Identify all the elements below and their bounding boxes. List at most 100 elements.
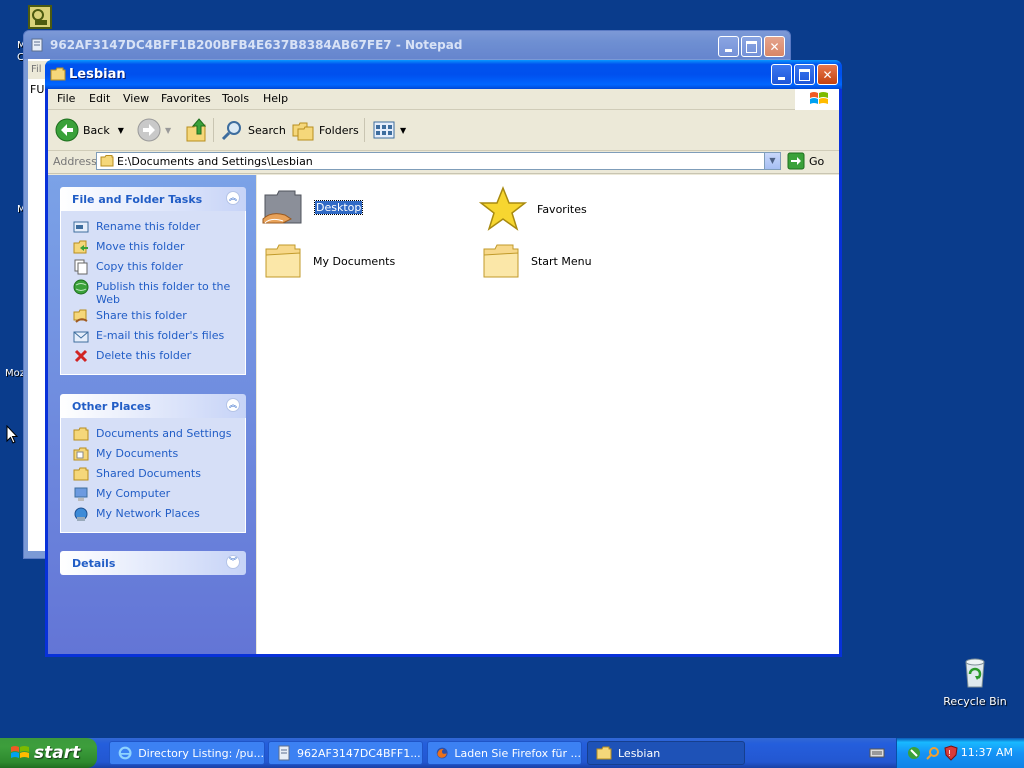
other-places-header[interactable]: Other Places ︽: [60, 394, 246, 418]
menu-edit[interactable]: Edit: [89, 92, 110, 105]
collapse-icon[interactable]: ︽: [226, 398, 240, 412]
folders-icon: [292, 122, 314, 141]
other-place-link[interactable]: Shared Documents: [61, 464, 245, 484]
explorer-close-button[interactable]: ✕: [817, 64, 838, 85]
publish-folder-link[interactable]: Publish this folder to the Web: [61, 277, 245, 306]
search-icon: [221, 121, 241, 141]
notepad-maximize-button[interactable]: [741, 36, 762, 57]
maximize-icon: [746, 40, 757, 53]
taskbar-firefox-label: Laden Sie Firefox für ...: [454, 746, 581, 760]
my-documents-icon: [73, 447, 89, 461]
menu-file[interactable]: File: [57, 92, 75, 105]
folder-item-start-menu[interactable]: Start Menu: [481, 241, 592, 281]
other-place-link[interactable]: My Documents: [61, 444, 245, 464]
folder-item-favorites[interactable]: Favorites: [479, 185, 587, 233]
folder-content-view[interactable]: Desktop Favorites My Documents Start Men…: [257, 175, 839, 654]
menu-help[interactable]: Help: [263, 92, 288, 105]
address-field[interactable]: E:\Documents and Settings\Lesbian ▼: [96, 152, 781, 170]
close-icon: ✕: [822, 67, 833, 82]
folders-label: Folders: [319, 123, 359, 137]
desktop-icon-program[interactable]: [26, 4, 54, 33]
other-place-link[interactable]: My Computer: [61, 484, 245, 504]
start-button[interactable]: start: [0, 738, 97, 768]
details-panel: Details ︾: [60, 551, 246, 575]
other-places-title: Other Places: [72, 400, 151, 413]
go-arrow-icon: [787, 152, 805, 170]
move-icon: [73, 240, 88, 254]
star-icon: [479, 185, 527, 231]
security-shield-icon[interactable]: !: [943, 745, 959, 761]
my-documents-label: My Documents: [96, 447, 179, 460]
explorer-title: Lesbian: [69, 67, 126, 82]
share-folder-link[interactable]: Share this folder: [61, 306, 245, 326]
share-folder-label: Share this folder: [96, 309, 187, 322]
folder-icon: [73, 427, 89, 441]
move-folder-link[interactable]: Move this folder: [61, 237, 245, 257]
other-place-link[interactable]: My Network Places: [61, 504, 245, 524]
notepad-icon: [278, 745, 290, 761]
notepad-text: FU: [30, 83, 45, 96]
standard-toolbar: Back ▼ ▼ Search Folders ▼: [48, 110, 839, 151]
copy-folder-link[interactable]: Copy this folder: [61, 257, 245, 277]
mouse-cursor-icon: [6, 425, 18, 444]
views-icon: [373, 121, 395, 139]
address-dropdown-button[interactable]: ▼: [764, 153, 780, 169]
explorer-window[interactable]: Lesbian ✕ File Edit View Favorites Tools…: [45, 60, 842, 657]
folder-item-my-documents[interactable]: My Documents: [263, 241, 395, 281]
other-place-link[interactable]: Documents and Settings: [61, 424, 245, 444]
notepad-title-bar[interactable]: 962AF3147DC4BFF1B200BFB4E637B8384AB67FE7…: [24, 31, 790, 59]
back-dropdown-icon[interactable]: ▼: [118, 126, 124, 135]
globe-icon: [73, 279, 89, 295]
folder-icon: [265, 244, 301, 278]
collapse-icon[interactable]: ︽: [226, 191, 240, 205]
menu-bar: File Edit View Favorites Tools Help: [48, 89, 839, 110]
taskbar-button-notepad[interactable]: 962AF3147DC4BFF1...: [268, 741, 423, 765]
rename-folder-link[interactable]: Rename this folder: [61, 217, 245, 237]
email-folder-link[interactable]: E-mail this folder's files: [61, 326, 245, 346]
explorer-maximize-button[interactable]: [794, 64, 815, 85]
explorer-title-bar[interactable]: Lesbian ✕: [45, 60, 842, 89]
taskbar-button-explorer[interactable]: Lesbian: [587, 741, 745, 765]
notepad-title: 962AF3147DC4BFF1B200BFB4E637B8384AB67FE7…: [50, 38, 463, 52]
folder-item-desktop[interactable]: Desktop: [261, 185, 364, 229]
go-button[interactable]: Go: [787, 152, 824, 170]
taskbar: start Directory Listing: /pu... 962AF314…: [0, 738, 1024, 768]
clock: 11:37 AM: [960, 746, 1013, 759]
search-button[interactable]: Search: [220, 118, 286, 142]
up-button[interactable]: [185, 117, 209, 143]
delete-folder-link[interactable]: Delete this folder: [61, 346, 245, 366]
notepad-close-button[interactable]: ✕: [764, 36, 785, 57]
delete-folder-label: Delete this folder: [96, 349, 192, 362]
back-button[interactable]: Back ▼: [55, 118, 124, 142]
explorer-client-area: File Edit View Favorites Tools Help Back…: [48, 89, 839, 654]
desktop-icon-recycle-bin[interactable]: Recycle Bin: [940, 656, 1010, 708]
taskbar-button-ie[interactable]: Directory Listing: /pu...: [109, 741, 265, 765]
copy-icon: [74, 259, 88, 275]
details-header[interactable]: Details ︾: [60, 551, 246, 575]
folders-button[interactable]: Folders: [291, 118, 359, 142]
forward-button[interactable]: ▼: [137, 118, 171, 142]
menu-view[interactable]: View: [123, 92, 149, 105]
forward-arrow-icon: [137, 118, 161, 142]
network-tray-icon[interactable]: [906, 745, 922, 761]
file-folder-tasks-header[interactable]: File and Folder Tasks ︽: [60, 187, 246, 211]
windows-flag-icon: [810, 92, 828, 104]
my-documents-label: My Documents: [313, 254, 396, 268]
keyboard-icon[interactable]: [869, 746, 885, 760]
explorer-minimize-button[interactable]: [771, 64, 792, 85]
notepad-minimize-button[interactable]: [718, 36, 739, 57]
taskbar-button-firefox[interactable]: Laden Sie Firefox für ...: [427, 741, 582, 765]
go-label: Go: [809, 154, 825, 168]
copy-folder-label: Copy this folder: [96, 260, 183, 273]
search-tray-icon[interactable]: [925, 745, 941, 761]
views-button[interactable]: ▼: [372, 118, 406, 142]
menu-tools[interactable]: Tools: [222, 92, 249, 105]
desktop-edge-label: Moz: [5, 368, 25, 379]
windows-flag-icon: [11, 746, 29, 758]
file-folder-tasks-body: Rename this folder Move this folder Copy…: [60, 211, 246, 375]
publish-folder-label: Publish this folder to the Web: [96, 280, 231, 306]
expand-icon[interactable]: ︾: [226, 555, 240, 569]
menu-favorites[interactable]: Favorites: [161, 92, 211, 105]
forward-dropdown-icon[interactable]: ▼: [165, 126, 171, 135]
email-folder-label: E-mail this folder's files: [96, 329, 225, 342]
